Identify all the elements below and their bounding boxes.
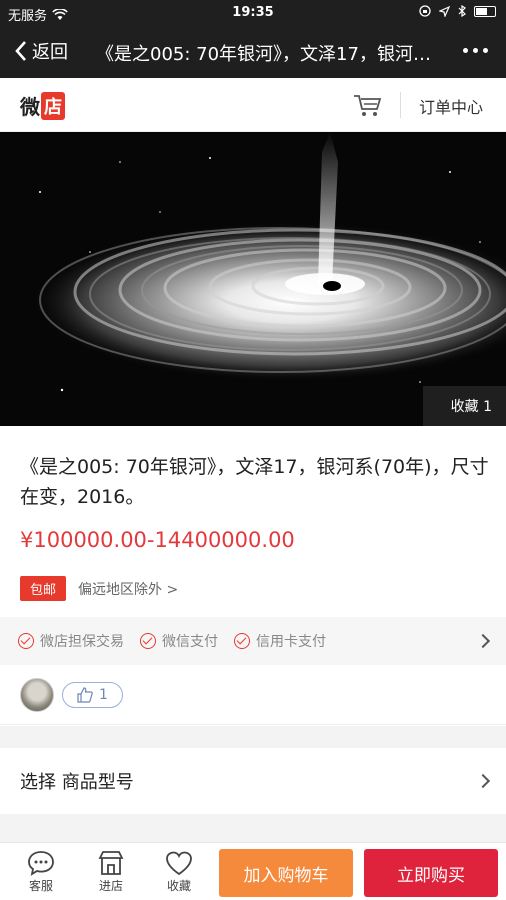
chat-bubble-icon <box>28 851 54 876</box>
check-circle-icon <box>18 633 34 649</box>
guarantee-row[interactable]: 微店担保交易 微信支付 信用卡支付 <box>0 617 506 665</box>
status-bar: 无服务 19:35 <box>0 0 506 26</box>
nav-bar: 返回 《是之005: 70年银河》，文泽17，银河系(70年)，尺寸在变，201… <box>0 26 506 78</box>
back-button[interactable]: 返回 <box>14 38 68 64</box>
guarantee-label: 微信支付 <box>162 634 218 650</box>
shop-header: 微 店 订单中心 <box>0 78 506 132</box>
like-count: 1 <box>99 686 108 703</box>
customer-service-label: 客服 <box>28 879 53 893</box>
more-icon[interactable] <box>463 48 488 53</box>
shipping-info[interactable]: 包邮 偏远地区除外 > <box>20 576 178 601</box>
product-price: ¥100000.00-14400000.00 <box>20 528 295 552</box>
add-to-cart-button[interactable]: 加入购物车 <box>219 849 353 897</box>
galaxy-artwork <box>0 132 506 426</box>
section-divider <box>0 814 506 842</box>
favorite-count-button[interactable]: 收藏 1 <box>422 386 506 426</box>
favorite-label: 收藏 <box>166 879 191 893</box>
product-image[interactable]: 收藏 1 <box>0 132 506 426</box>
enter-store-label: 进店 <box>98 879 123 893</box>
guarantee-item: 微店担保交易 <box>18 631 124 651</box>
guarantee-label: 微店担保交易 <box>40 634 124 650</box>
free-shipping-badge: 包邮 <box>20 576 67 601</box>
chevron-left-icon <box>15 41 26 61</box>
likes-row: 1 <box>0 665 506 725</box>
guarantee-item: 信用卡支付 <box>234 631 326 651</box>
shipping-note: 偏远地区除外 > <box>78 581 179 598</box>
avatar[interactable] <box>20 677 54 712</box>
status-right <box>419 5 496 17</box>
guarantee-item: 微信支付 <box>140 631 218 651</box>
chevron-right-icon <box>475 773 491 789</box>
rotation-lock-icon <box>419 5 431 17</box>
bottom-action-bar: 客服 进店 收藏 加入购物车 立即购买 <box>0 842 506 900</box>
customer-service-button[interactable]: 客服 <box>18 849 64 894</box>
bluetooth-icon <box>458 5 466 17</box>
section-divider <box>0 726 506 748</box>
like-button[interactable]: 1 <box>62 681 123 708</box>
favorite-button[interactable]: 收藏 <box>156 849 202 894</box>
divider <box>400 92 401 118</box>
select-model-row[interactable]: 选择 商品型号 <box>0 748 506 814</box>
logo-badge: 店 <box>41 91 65 120</box>
guarantee-label: 信用卡支付 <box>256 634 326 650</box>
check-circle-icon <box>234 633 250 649</box>
thumbs-up-icon <box>77 686 93 703</box>
location-icon <box>439 5 450 17</box>
buy-now-button[interactable]: 立即购买 <box>364 849 498 897</box>
product-title: 《是之005: 70年银河》，文泽17，银河系(70年)，尺寸在变，2016。 <box>20 456 489 508</box>
heart-icon <box>166 851 192 876</box>
order-center-link[interactable]: 订单中心 <box>419 94 483 118</box>
page-title: 《是之005: 70年银河》，文泽17，银河系(70年)，尺寸在变，2016。 <box>96 44 448 65</box>
select-model-label: 选择 商品型号 <box>20 772 134 793</box>
back-label: 返回 <box>32 42 68 63</box>
logo-text: 微 <box>20 95 40 119</box>
chevron-right-icon <box>475 633 491 649</box>
check-circle-icon <box>140 633 156 649</box>
enter-store-button[interactable]: 进店 <box>88 849 134 894</box>
cart-icon[interactable] <box>352 92 382 118</box>
weidian-logo[interactable]: 微 店 <box>20 91 65 120</box>
store-icon <box>98 851 124 875</box>
battery-icon <box>474 5 496 17</box>
